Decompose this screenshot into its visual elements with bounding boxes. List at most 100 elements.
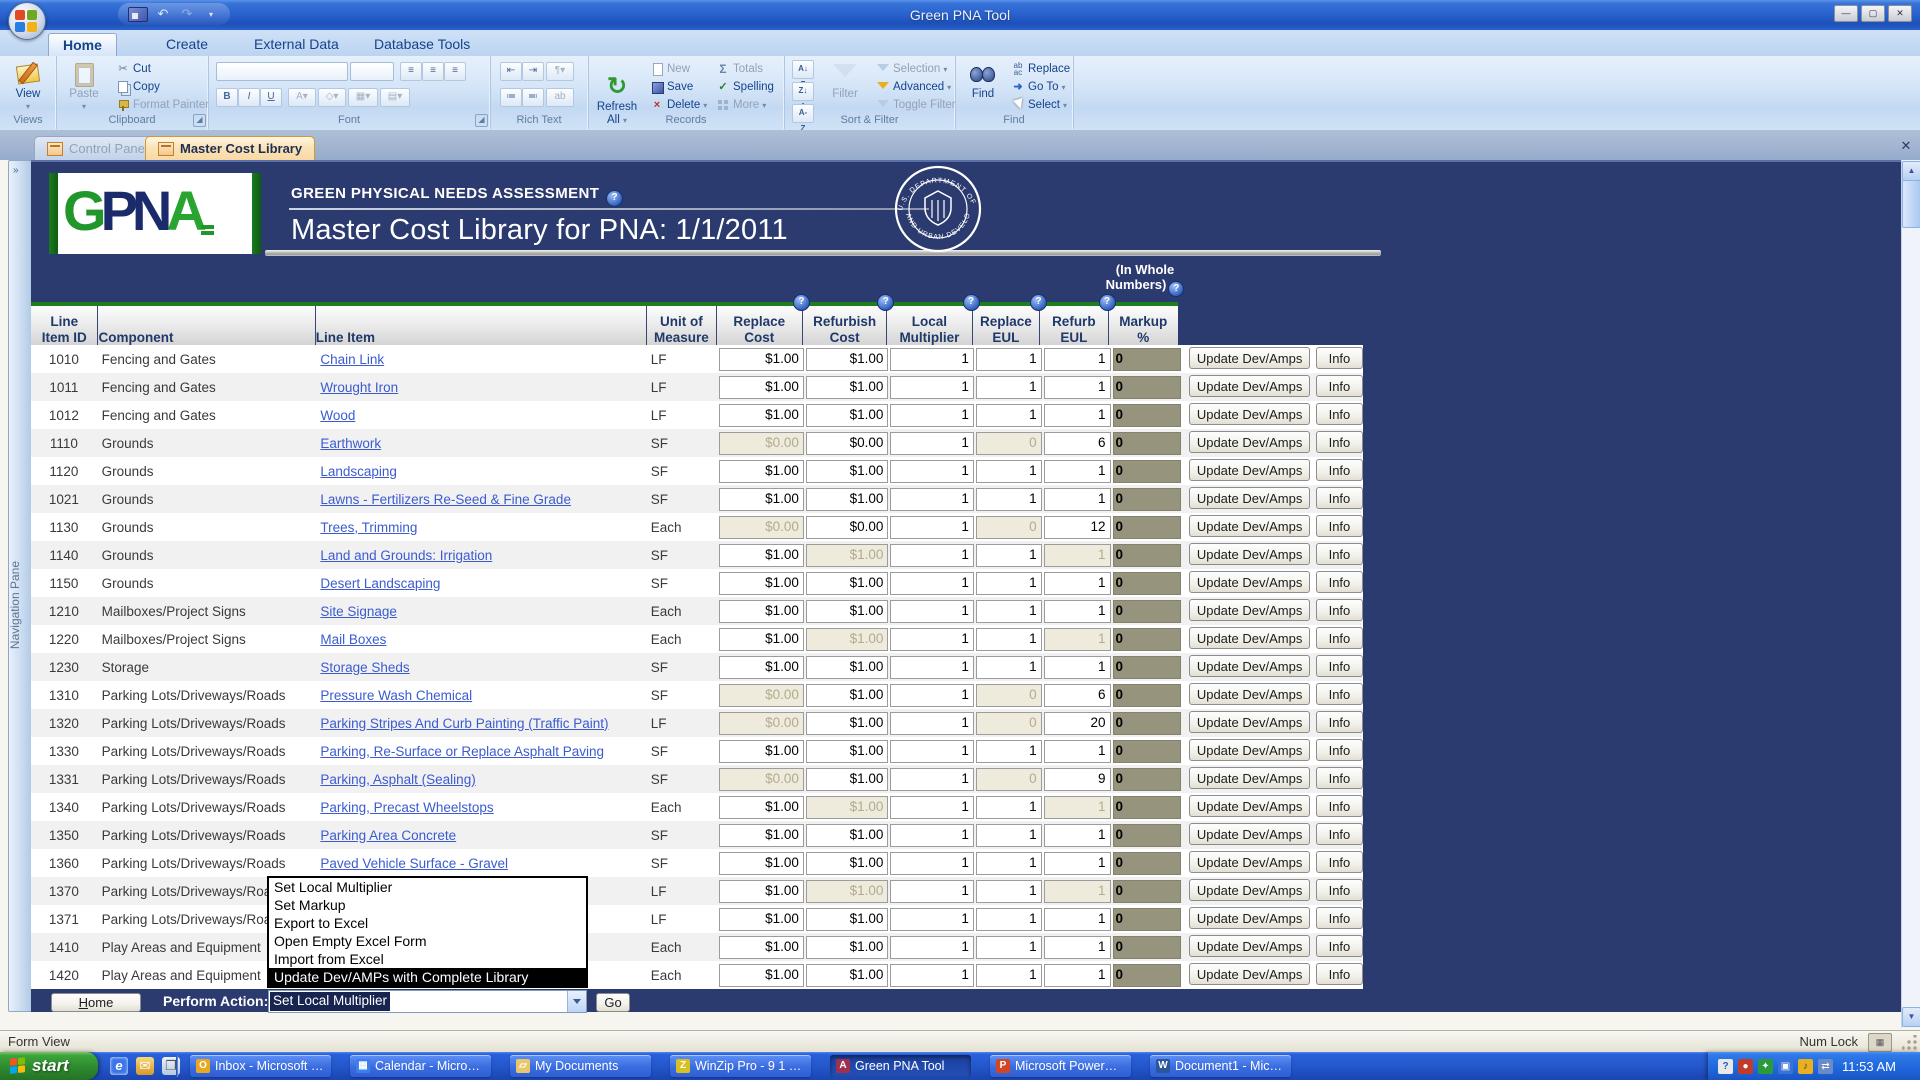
refurbish-cost-input[interactable]: $1.00 bbox=[806, 544, 889, 567]
replace-cost-input[interactable]: $0.00 bbox=[719, 684, 803, 707]
replace-cost-input[interactable]: $1.00 bbox=[719, 656, 803, 679]
maximize-button[interactable]: ▢ bbox=[1861, 5, 1885, 22]
info-button[interactable]: Info bbox=[1316, 907, 1363, 929]
replace-eul-input[interactable]: 1 bbox=[976, 824, 1042, 847]
refurbish-cost-input[interactable]: $1.00 bbox=[806, 348, 889, 371]
info-button[interactable]: Info bbox=[1316, 487, 1363, 509]
local-multiplier-input[interactable]: 1 bbox=[890, 572, 973, 595]
info-button[interactable]: Info bbox=[1316, 543, 1363, 565]
replace-cost-input[interactable]: $1.00 bbox=[719, 544, 803, 567]
scroll-down-icon[interactable]: ▼ bbox=[1902, 1007, 1920, 1027]
refresh-all-button[interactable]: ↻Refresh All ▾ bbox=[592, 59, 642, 113]
line-item-link[interactable]: Lawns - Fertilizers Re-Seed & Fine Grade bbox=[320, 492, 571, 507]
replace-cost-input[interactable]: $1.00 bbox=[719, 936, 803, 959]
local-multiplier-input[interactable]: 1 bbox=[890, 908, 973, 931]
line-item-link[interactable]: Parking, Precast Wheelstops bbox=[320, 800, 493, 815]
replace-cost-input[interactable]: $0.00 bbox=[719, 432, 803, 455]
replace-eul-input[interactable]: 0 bbox=[976, 684, 1042, 707]
local-multiplier-input[interactable]: 1 bbox=[890, 824, 973, 847]
font-name-combo[interactable] bbox=[216, 62, 348, 81]
local-multiplier-input[interactable]: 1 bbox=[890, 488, 973, 511]
local-multiplier-input[interactable]: 1 bbox=[890, 852, 973, 875]
replace-cost-input[interactable]: $1.00 bbox=[719, 348, 803, 371]
refurbish-cost-input[interactable]: $1.00 bbox=[806, 796, 889, 819]
refurb-eul-input[interactable]: 1 bbox=[1044, 908, 1111, 931]
info-button[interactable]: Info bbox=[1316, 375, 1363, 397]
info-button[interactable]: Info bbox=[1316, 963, 1363, 985]
replace-eul-input[interactable]: 1 bbox=[976, 376, 1042, 399]
replace-cost-input[interactable]: $1.00 bbox=[719, 880, 803, 903]
refurbish-cost-input[interactable]: $1.00 bbox=[806, 908, 889, 931]
line-item-link[interactable]: Parking Stripes And Curb Painting (Traff… bbox=[320, 716, 608, 731]
taskbar-button-access[interactable]: AGreen PNA Tool bbox=[830, 1055, 971, 1077]
info-button[interactable]: Info bbox=[1316, 599, 1363, 621]
taskbar-button-outlook[interactable]: OInbox - Microsoft Out... bbox=[190, 1055, 331, 1077]
info-button[interactable]: Info bbox=[1316, 403, 1363, 425]
replace-eul-input[interactable]: 0 bbox=[976, 432, 1042, 455]
markup-input[interactable]: 0 bbox=[1113, 628, 1182, 651]
paragraph-direction-button[interactable]: ¶▾ bbox=[546, 62, 574, 81]
refurb-eul-input[interactable]: 1 bbox=[1044, 488, 1111, 511]
replace-eul-input[interactable]: 0 bbox=[976, 712, 1042, 735]
copy-button[interactable]: Copy bbox=[116, 78, 160, 96]
replace-cost-input[interactable]: $1.00 bbox=[719, 572, 803, 595]
info-button[interactable]: Info bbox=[1316, 459, 1363, 481]
markup-input[interactable]: 0 bbox=[1113, 880, 1182, 903]
perform-action-combo[interactable]: Set Local Multiplier bbox=[268, 990, 587, 1013]
form-close-icon[interactable]: ✕ bbox=[1898, 138, 1914, 154]
refurbish-cost-input[interactable]: $1.00 bbox=[806, 376, 889, 399]
tab-external-data[interactable]: External Data bbox=[240, 33, 353, 56]
refurbish-cost-input[interactable]: $1.00 bbox=[806, 852, 889, 875]
local-multiplier-input[interactable]: 1 bbox=[890, 460, 973, 483]
line-item-link[interactable]: Mail Boxes bbox=[320, 632, 386, 647]
replace-cost-input[interactable]: $1.00 bbox=[719, 600, 803, 623]
replace-eul-input[interactable]: 1 bbox=[976, 488, 1042, 511]
align-left-button[interactable]: ≡ bbox=[400, 62, 422, 81]
local-multiplier-input[interactable]: 1 bbox=[890, 656, 973, 679]
update-dev-amps-button[interactable]: Update Dev/Amps bbox=[1189, 935, 1310, 957]
refurbish-cost-input[interactable]: $1.00 bbox=[806, 712, 889, 735]
local-multiplier-input[interactable]: 1 bbox=[890, 432, 973, 455]
replace-eul-input[interactable]: 1 bbox=[976, 460, 1042, 483]
line-item-link[interactable]: Storage Sheds bbox=[320, 660, 409, 675]
info-button[interactable]: Info bbox=[1316, 879, 1363, 901]
help-icon[interactable]: ? bbox=[1168, 281, 1184, 297]
info-button[interactable]: Info bbox=[1316, 795, 1363, 817]
refurb-eul-input[interactable]: 1 bbox=[1044, 600, 1111, 623]
replace-eul-input[interactable]: 1 bbox=[976, 404, 1042, 427]
refurb-eul-input[interactable]: 1 bbox=[1044, 740, 1111, 763]
scroll-up-icon[interactable]: ▲ bbox=[1902, 161, 1920, 181]
selection-button[interactable]: Selection ▾ bbox=[876, 60, 947, 78]
increase-indent-button[interactable]: ⇥ bbox=[522, 62, 544, 81]
local-multiplier-input[interactable]: 1 bbox=[890, 712, 973, 735]
info-button[interactable]: Info bbox=[1316, 347, 1363, 369]
refurb-eul-input[interactable]: 1 bbox=[1044, 572, 1111, 595]
replace-button[interactable]: abacReplace bbox=[1011, 60, 1070, 78]
replace-cost-input[interactable]: $1.00 bbox=[719, 908, 803, 931]
refurbish-cost-input[interactable]: $1.00 bbox=[806, 572, 889, 595]
replace-eul-input[interactable]: 1 bbox=[976, 544, 1042, 567]
refurbish-cost-input[interactable]: $1.00 bbox=[806, 460, 889, 483]
resize-grip[interactable] bbox=[1902, 1035, 1918, 1051]
tray-network-icon[interactable]: ⇄ bbox=[1818, 1059, 1833, 1074]
totals-button[interactable]: ΣTotals bbox=[716, 60, 763, 78]
replace-eul-input[interactable]: 1 bbox=[976, 796, 1042, 819]
markup-input[interactable]: 0 bbox=[1113, 404, 1182, 427]
info-button[interactable]: Info bbox=[1316, 739, 1363, 761]
replace-eul-input[interactable]: 0 bbox=[976, 516, 1042, 539]
decrease-indent-button[interactable]: ⇤ bbox=[500, 62, 522, 81]
tray-help-icon[interactable]: ? bbox=[1718, 1059, 1733, 1074]
info-button[interactable]: Info bbox=[1316, 767, 1363, 789]
update-dev-amps-button[interactable]: Update Dev/Amps bbox=[1189, 403, 1310, 425]
font-color-button[interactable]: A▾ bbox=[288, 88, 316, 107]
toggle-filter-button[interactable]: Toggle Filter bbox=[876, 96, 956, 114]
update-dev-amps-button[interactable]: Update Dev/Amps bbox=[1189, 851, 1310, 873]
line-item-link[interactable]: Parking, Asphalt (Sealing) bbox=[320, 772, 475, 787]
close-button[interactable]: ✕ bbox=[1888, 5, 1912, 22]
align-center-button[interactable]: ≡ bbox=[422, 62, 444, 81]
info-button[interactable]: Info bbox=[1316, 431, 1363, 453]
replace-cost-input[interactable]: $0.00 bbox=[719, 712, 803, 735]
line-item-link[interactable]: Land and Grounds: Irrigation bbox=[320, 548, 492, 563]
office-button[interactable] bbox=[8, 2, 46, 40]
local-multiplier-input[interactable]: 1 bbox=[890, 404, 973, 427]
